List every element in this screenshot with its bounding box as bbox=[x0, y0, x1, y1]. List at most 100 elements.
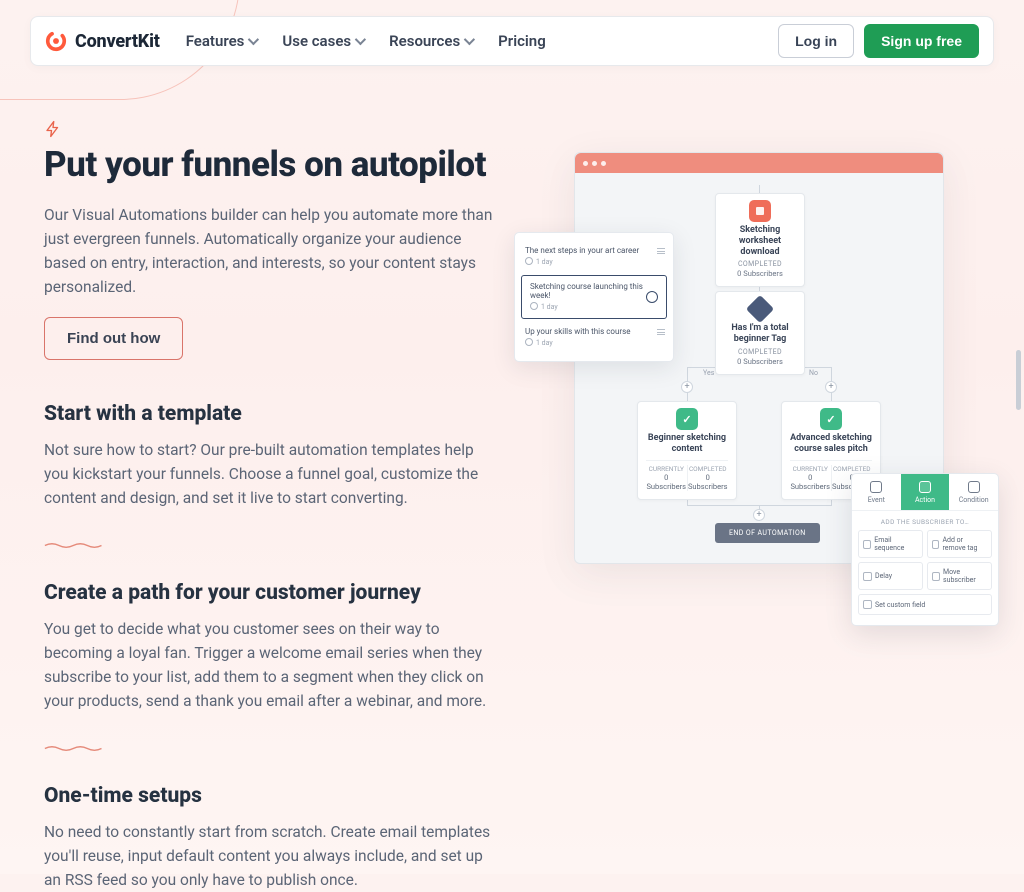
picker-delay[interactable]: Delay bbox=[858, 562, 923, 590]
clock-icon bbox=[530, 302, 538, 312]
node-stat-label: CURRENTLY bbox=[790, 465, 831, 473]
branch-no-label: No bbox=[809, 369, 818, 377]
automation-mock: + + + + + + Yes No Sketching worksheet d… bbox=[544, 152, 964, 564]
step-delay: 1 day bbox=[536, 339, 553, 347]
step-delay: 1 day bbox=[536, 258, 553, 266]
hero-title: Put your funnels on autopilot bbox=[44, 144, 504, 185]
step-title: The next steps in your art career bbox=[525, 246, 639, 255]
top-nav: ConvertKit Features Use cases Resources … bbox=[30, 16, 994, 66]
node-stat-label: COMPLETED bbox=[688, 465, 729, 473]
brand-name: ConvertKit bbox=[75, 31, 160, 52]
node-stat-value: 0 Subscribers bbox=[646, 473, 687, 491]
checkmark-icon: ✓ bbox=[676, 408, 698, 430]
node-stat-label: CURRENTLY bbox=[646, 465, 687, 473]
email-step-selected[interactable]: Sketching course launching this week! 1 … bbox=[521, 275, 667, 319]
diamond-icon bbox=[746, 295, 774, 323]
node-stat-value: 0 Subscribers bbox=[790, 473, 831, 491]
nav-pricing[interactable]: Pricing bbox=[498, 32, 546, 50]
drag-handle-icon[interactable] bbox=[657, 329, 665, 335]
convertkit-logo-icon bbox=[45, 30, 67, 52]
picker-heading: ADD THE SUBSCRIBER TO… bbox=[852, 511, 998, 530]
drag-handle-icon[interactable] bbox=[657, 248, 665, 254]
picker-set-custom-field[interactable]: Set custom field bbox=[858, 594, 992, 615]
node-title: Has I'm a total beginner Tag bbox=[724, 323, 796, 345]
tab-condition[interactable]: Condition bbox=[949, 474, 998, 511]
picker-email-sequence[interactable]: Email sequence bbox=[858, 530, 923, 558]
entry-node[interactable]: Sketching worksheet download COMPLETED 0… bbox=[715, 193, 805, 287]
chevron-down-icon bbox=[355, 34, 366, 45]
section-template: Start with a template Not sure how to st… bbox=[44, 402, 504, 510]
email-step[interactable]: Up your skills with this course 1 day bbox=[515, 322, 673, 353]
action-picker-panel: Event Action Condition ADD THE SUBSCRIBE… bbox=[851, 473, 999, 626]
action-icon bbox=[919, 481, 931, 493]
signup-button[interactable]: Sign up free bbox=[864, 24, 979, 58]
add-step-button[interactable]: + bbox=[753, 509, 765, 521]
hero-body: Our Visual Automations builder can help … bbox=[44, 203, 494, 299]
nav-usecases[interactable]: Use cases bbox=[282, 32, 363, 50]
nav-usecases-label: Use cases bbox=[282, 32, 351, 50]
scrollbar-thumb[interactable] bbox=[1016, 350, 1021, 410]
clock-icon bbox=[525, 338, 533, 348]
tab-event[interactable]: Event bbox=[852, 474, 901, 511]
step-title: Sketching course launching this week! bbox=[530, 282, 643, 300]
email-steps-panel: The next steps in your art career 1 day … bbox=[514, 232, 674, 362]
nav-pricing-label: Pricing bbox=[498, 32, 546, 50]
add-step-button[interactable]: + bbox=[681, 381, 693, 393]
login-button[interactable]: Log in bbox=[778, 24, 854, 58]
node-status: COMPLETED bbox=[724, 260, 796, 268]
picker-add-remove-tag[interactable]: Add or remove tag bbox=[927, 530, 992, 558]
step-delay: 1 day bbox=[541, 303, 558, 311]
node-title: Advanced sketching course sales pitch bbox=[790, 433, 872, 455]
window-dot bbox=[601, 161, 606, 166]
clock-icon bbox=[863, 572, 872, 581]
form-icon bbox=[749, 200, 771, 222]
left-column: Put your funnels on autopilot Our Visual… bbox=[44, 120, 504, 874]
section-journey: Create a path for your customer journey … bbox=[44, 581, 504, 713]
nav-resources-label: Resources bbox=[389, 32, 460, 50]
window-titlebar bbox=[575, 153, 943, 173]
condition-icon bbox=[968, 481, 980, 493]
right-column: + + + + + + Yes No Sketching worksheet d… bbox=[544, 120, 994, 874]
tab-label: Event bbox=[868, 496, 885, 504]
tab-action[interactable]: Action bbox=[901, 474, 950, 511]
picker-move-subscriber[interactable]: Move subscriber bbox=[927, 562, 992, 590]
section-body: Not sure how to start? Our pre-built aut… bbox=[44, 438, 494, 510]
lightning-icon bbox=[44, 120, 504, 138]
brand[interactable]: ConvertKit bbox=[45, 30, 160, 52]
main-content: Put your funnels on autopilot Our Visual… bbox=[44, 120, 994, 874]
node-stat-label: COMPLETED bbox=[832, 465, 873, 473]
condition-node[interactable]: Has I'm a total beginner Tag COMPLETED 0… bbox=[715, 291, 805, 375]
section-onetime: One-time setups No need to constantly st… bbox=[44, 784, 504, 892]
email-icon bbox=[863, 540, 871, 549]
wave-divider bbox=[44, 737, 106, 756]
clock-icon bbox=[525, 257, 533, 267]
add-step-button[interactable]: + bbox=[825, 381, 837, 393]
window-dot bbox=[592, 161, 597, 166]
section-title: Start with a template bbox=[44, 402, 504, 426]
tab-label: Action bbox=[915, 496, 935, 504]
nav-resources[interactable]: Resources bbox=[389, 32, 472, 50]
node-stat-value: 0 Subscribers bbox=[688, 473, 729, 491]
checkmark-icon: ✓ bbox=[820, 408, 842, 430]
move-icon bbox=[932, 572, 940, 581]
beginner-node[interactable]: ✓ Beginner sketching content CURRENTLY 0… bbox=[637, 401, 737, 500]
nav-features[interactable]: Features bbox=[186, 32, 257, 50]
wave-divider bbox=[44, 534, 106, 553]
node-title: Beginner sketching content bbox=[646, 433, 728, 455]
window-dot bbox=[583, 161, 588, 166]
node-sub: 0 Subscribers bbox=[724, 269, 796, 278]
picker-tabs: Event Action Condition bbox=[852, 474, 998, 511]
nav-features-label: Features bbox=[186, 32, 245, 50]
event-icon bbox=[870, 481, 882, 493]
find-out-how-button[interactable]: Find out how bbox=[44, 317, 183, 360]
section-body: You get to decide what you customer sees… bbox=[44, 617, 494, 713]
tag-icon bbox=[932, 540, 939, 549]
step-title: Up your skills with this course bbox=[525, 327, 630, 336]
node-sub: 0 Subscribers bbox=[724, 357, 796, 366]
chevron-down-icon bbox=[248, 34, 259, 45]
tab-label: Condition bbox=[959, 496, 989, 504]
node-status: COMPLETED bbox=[724, 348, 796, 356]
email-step[interactable]: The next steps in your art career 1 day bbox=[515, 241, 673, 272]
branch-yes-label: Yes bbox=[703, 369, 714, 377]
chevron-down-icon bbox=[464, 34, 475, 45]
